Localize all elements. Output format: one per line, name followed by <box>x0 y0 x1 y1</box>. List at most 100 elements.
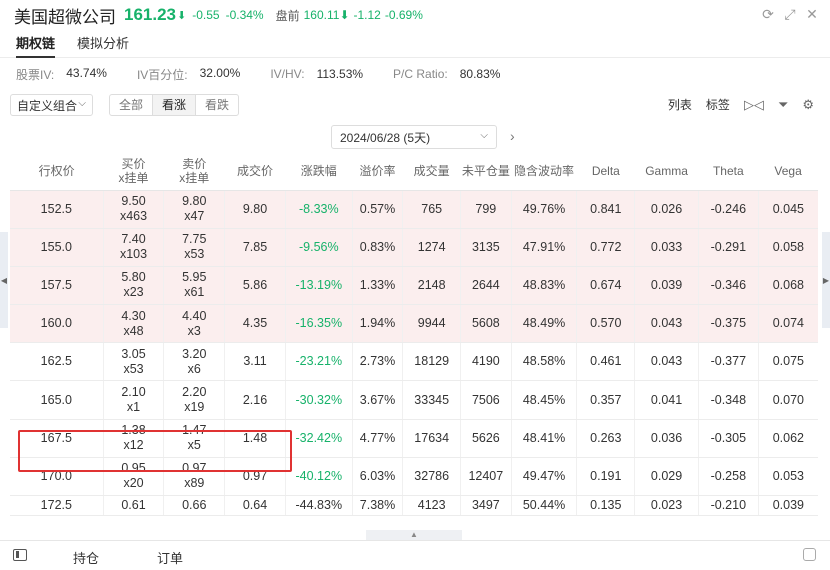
down-arrow-icon: ⬇ <box>177 9 187 22</box>
table-cell: 3.05 x53 <box>103 342 165 382</box>
table-cell: 1.33% <box>352 266 404 306</box>
collapse-left-handle[interactable]: ◀ <box>0 232 8 328</box>
premarket-price: 160.11⬇ <box>303 8 350 22</box>
table-cell: 155.0 <box>10 228 104 267</box>
combo-select[interactable]: 自定义组合 ⌵ <box>10 94 93 116</box>
table-cell: 165.0 <box>10 380 104 420</box>
option-row[interactable]: 165.0 2.10 x1 2.20 x19 2.16 -30.32% 3.67% 33345 7… <box>10 380 818 420</box>
table-cell: 0.61 <box>103 495 165 516</box>
tab-bar: 期权链 模拟分析 <box>0 30 830 58</box>
column-header[interactable]: 未平仓量 <box>460 153 512 191</box>
table-cell: -0.346 <box>698 266 759 306</box>
table-cell: 48.41% <box>511 419 578 458</box>
option-row[interactable]: 160.0 4.30 x48 4.40 x3 4.35 -16.35% 1.94% 9944 56… <box>10 304 818 344</box>
table-cell: 48.83% <box>511 266 578 306</box>
expiry-select[interactable]: 2024/06/28 (5天) ⌵ <box>331 125 497 149</box>
table-cell: 0.263 <box>576 419 636 458</box>
filter-calls[interactable]: 看涨 <box>153 95 197 115</box>
table-cell: 0.570 <box>576 304 636 344</box>
table-cell: 0.772 <box>576 228 636 267</box>
table-cell: -0.305 <box>698 419 759 458</box>
option-chain-table: 行权价 买价 x挂单 卖价 x挂单 成交价 涨跌幅 溢价率 成交量 未平仓量 隐含波动率 Delta G… <box>10 153 818 540</box>
premarket-change-pct: -0.69% <box>384 8 423 22</box>
tab-option-chain[interactable]: 期权链 <box>16 30 56 58</box>
stat-label: IV百分位: <box>136 67 188 82</box>
combo-label: 自定义组合 <box>17 98 78 113</box>
column-header[interactable]: 买价 x挂单 <box>103 153 164 191</box>
tab-orders[interactable]: 订单 <box>157 548 183 567</box>
table-cell: 9944 <box>402 304 462 344</box>
popout-icon[interactable] <box>803 548 816 561</box>
filter-all[interactable]: 全部 <box>110 95 154 115</box>
column-header[interactable]: Vega <box>758 153 818 191</box>
scroll-up-handle[interactable]: ▲ <box>366 530 462 540</box>
table-cell: -0.377 <box>698 342 759 382</box>
table-cell: 0.83% <box>352 228 404 267</box>
column-header[interactable]: Theta <box>698 153 759 191</box>
column-header[interactable]: 卖价 x挂单 <box>163 153 225 191</box>
table-cell: 3.67% <box>352 380 404 420</box>
table-cell: -0.291 <box>698 228 759 267</box>
price-change-pct: -0.34% <box>225 8 264 22</box>
tab-positions[interactable]: 持仓 <box>73 548 99 567</box>
filter-puts[interactable]: 看跌 <box>196 95 238 115</box>
table-cell: 162.5 <box>10 342 104 382</box>
refresh-icon[interactable]: ⟳ <box>760 6 776 23</box>
column-header[interactable]: 成交量 <box>402 153 461 191</box>
table-cell: 48.45% <box>511 380 578 420</box>
table-cell: 0.068 <box>758 266 818 306</box>
table-cell: 4.77% <box>352 419 404 458</box>
table-cell: 0.039 <box>634 266 699 306</box>
premarket-change: -1.12 <box>353 8 381 22</box>
table-cell: 4190 <box>460 342 512 382</box>
option-row[interactable]: 157.5 5.80 x23 5.95 x61 5.86 -13.19% 1.33% 2148 2… <box>10 266 818 306</box>
premarket-label: 盘前 <box>275 8 300 23</box>
option-row[interactable]: 162.5 3.05 x53 3.20 x6 3.11 -23.21% 2.73% 18129 4… <box>10 342 818 382</box>
gear-icon[interactable]: ⚙ <box>802 97 814 113</box>
table-cell: 7506 <box>460 380 512 420</box>
table-cell: 1.94% <box>352 304 404 344</box>
window-controls: ⟳ ⤢ ✕ <box>760 6 820 23</box>
table-cell: 160.0 <box>10 304 104 344</box>
panel-toggle-icon[interactable] <box>13 549 27 561</box>
table-cell: -0.348 <box>698 380 759 420</box>
stat-label: 股票IV: <box>16 67 55 82</box>
table-cell: 9.80 x47 <box>163 190 226 229</box>
column-header[interactable]: 成交价 <box>224 153 286 191</box>
table-cell: -8.33% <box>285 190 353 229</box>
collapse-right-handle[interactable]: ▶ <box>822 232 830 328</box>
chevron-right-icon[interactable]: › <box>510 128 515 144</box>
table-cell: 7.38% <box>352 495 404 516</box>
column-header[interactable]: Delta <box>576 153 635 191</box>
table-cell: 0.841 <box>576 190 636 229</box>
split-icon[interactable]: ▷◁ <box>744 97 764 113</box>
column-header[interactable]: Gamma <box>634 153 699 191</box>
list-view-button[interactable]: 列表 <box>668 96 692 113</box>
table-cell: 3497 <box>460 495 512 516</box>
column-header[interactable]: 隐含波动率 <box>511 153 577 191</box>
column-header[interactable]: 溢价率 <box>352 153 403 191</box>
table-cell: 0.461 <box>576 342 636 382</box>
table-cell: 7.85 <box>224 228 286 267</box>
option-row[interactable]: 152.5 9.50 x463 9.80 x47 9.80 -8.33% 0.57% 765 79… <box>10 190 818 229</box>
table-cell: -23.21% <box>285 342 353 382</box>
table-cell: 0.023 <box>634 495 699 516</box>
table-cell: 0.135 <box>576 495 636 516</box>
tag-view-button[interactable]: 标签 <box>706 96 730 113</box>
tab-simulation[interactable]: 模拟分析 <box>77 30 129 58</box>
table-cell: 0.045 <box>758 190 818 229</box>
stat-value: 32.00% <box>199 65 241 80</box>
close-icon[interactable]: ✕ <box>804 6 820 23</box>
option-row[interactable]: 172.5 0.61 0.66 0.64 -44.83% 7.38% 4123 3497 50.… <box>10 495 818 516</box>
option-row[interactable]: 155.0 7.40 x103 7.75 x53 7.85 -9.56% 0.83% 1274 3… <box>10 228 818 267</box>
table-cell: 47.91% <box>511 228 578 267</box>
table-cell: 0.062 <box>758 419 818 458</box>
column-header[interactable]: 涨跌幅 <box>285 153 353 191</box>
stat-label: P/C Ratio: <box>393 67 448 81</box>
column-header[interactable]: 行权价 <box>10 153 104 191</box>
expand-icon[interactable]: ⤢ <box>782 6 798 23</box>
table-cell: 152.5 <box>10 190 104 229</box>
table-cell: 1274 <box>402 228 462 267</box>
filter-icon[interactable]: ⏷ <box>778 97 788 113</box>
table-cell: -13.19% <box>285 266 353 306</box>
